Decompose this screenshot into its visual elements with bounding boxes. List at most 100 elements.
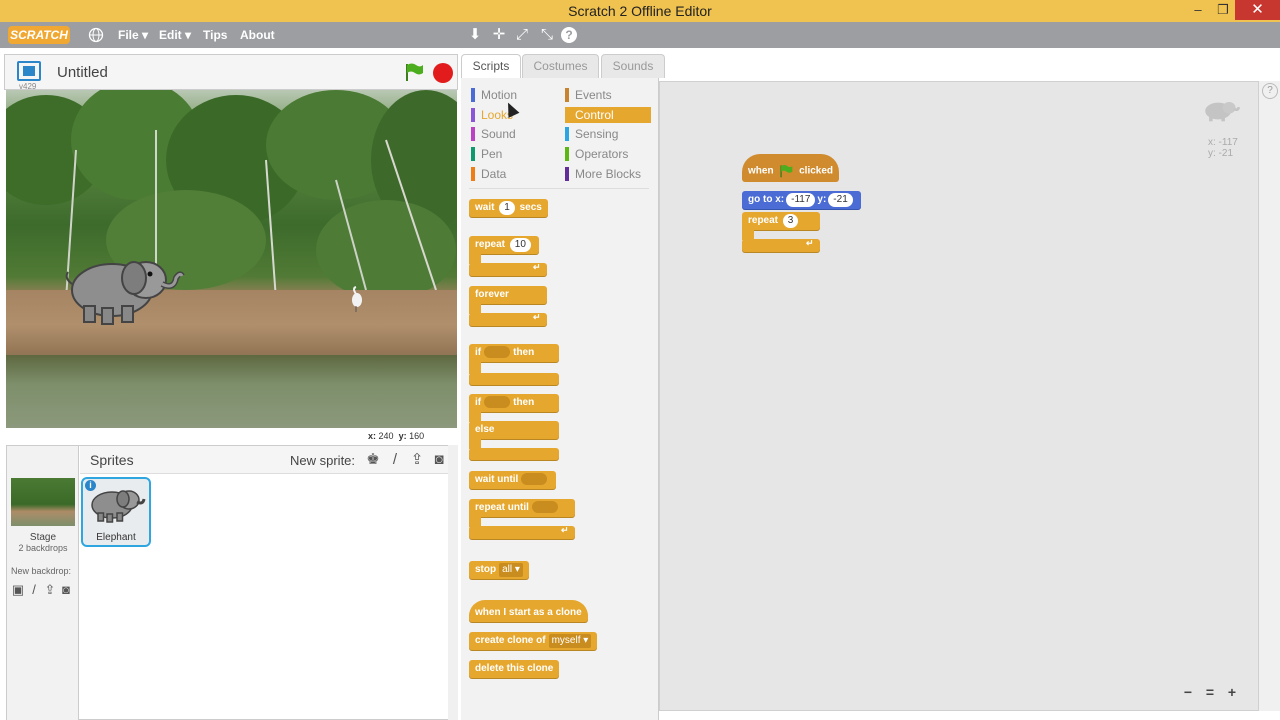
scripts-help-icon[interactable]: ? [1262, 83, 1278, 99]
project-title[interactable]: Untitled [57, 64, 108, 81]
block-text: go to x: [748, 194, 785, 205]
category-events[interactable]: Events [565, 87, 651, 103]
paint-backdrop-icon[interactable]: / [26, 582, 42, 597]
green-flag-icon[interactable] [403, 62, 425, 82]
y-input[interactable]: -21 [828, 193, 853, 207]
category-data[interactable]: Data [471, 166, 557, 182]
tab-costumes[interactable]: Costumes [522, 54, 599, 78]
category-control[interactable]: Control [565, 107, 651, 123]
shrink-icon[interactable]: ⤡ [537, 25, 557, 45]
repeat-input[interactable]: 3 [782, 214, 799, 228]
tab-sounds[interactable]: Sounds [601, 54, 665, 78]
app-window: Scratch 2 Offline Editor – ❐ ✕ SCRATCH F… [0, 0, 1280, 720]
cut-icon[interactable]: ✛ [489, 25, 509, 45]
zoom-reset-button[interactable]: = [1201, 683, 1219, 701]
block-text: then [513, 397, 535, 408]
sprite-library-icon[interactable]: ♚ [364, 451, 382, 469]
sprite-y-readout: y: -21 [1208, 148, 1234, 159]
block-text: repeat [475, 239, 506, 250]
upload-sprite-icon[interactable]: ⇪ [408, 451, 426, 469]
x-input[interactable]: -117 [786, 193, 816, 207]
stage-canvas[interactable] [6, 90, 457, 428]
condition-slot[interactable] [531, 501, 558, 514]
coord-x-label: x: [368, 431, 377, 441]
block-delete-clone[interactable]: delete this clone [469, 660, 560, 678]
maximize-button[interactable]: ❐ [1208, 0, 1238, 20]
motion-swatch [471, 88, 475, 102]
script-goto-xy[interactable]: go to x: -117 y: -21 [742, 191, 861, 209]
block-text: clicked [799, 165, 834, 177]
scripts-area[interactable]: x: -117 y: -21 when clicked go to x: -117… [659, 81, 1259, 711]
block-text: if [475, 397, 482, 408]
menu-tips[interactable]: Tips [203, 28, 227, 42]
block-wait-until[interactable]: wait until [469, 471, 557, 489]
category-label: Operators [575, 147, 629, 161]
loop-arrow-icon: ↵ [533, 262, 541, 272]
looks-swatch [471, 108, 475, 122]
block-palette: Motion Looks Sound Pen Data Events Contr… [461, 78, 659, 720]
stop-option-dropdown[interactable]: all ▾ [499, 563, 523, 577]
mouse-coordinates: x: 240 y: 160 [368, 431, 424, 441]
category-sensing[interactable]: Sensing [565, 126, 651, 142]
category-label: Control [575, 108, 614, 122]
block-text: create clone of [475, 635, 546, 646]
camera-backdrop-icon[interactable]: ◙ [58, 582, 74, 597]
scratch-logo[interactable]: SCRATCH [8, 26, 70, 44]
block-input[interactable]: 10 [509, 238, 531, 252]
elephant-thumbnail-icon [91, 490, 146, 523]
scripts-scrollbar[interactable] [1259, 81, 1280, 711]
block-else-label: else [469, 421, 559, 439]
stop-icon[interactable] [433, 63, 453, 83]
tab-scripts[interactable]: Scripts [461, 54, 521, 79]
script-when-flag-clicked[interactable]: when clicked [742, 154, 840, 182]
zoom-in-button[interactable]: + [1223, 683, 1241, 701]
category-sound[interactable]: Sound [471, 126, 557, 142]
block-text: repeat [748, 215, 779, 226]
block-if-else[interactable]: if then [469, 394, 559, 412]
close-button[interactable]: ✕ [1235, 0, 1280, 20]
elephant-sprite[interactable] [62, 252, 186, 328]
paint-sprite-icon[interactable]: / [386, 451, 404, 469]
pane-divider[interactable] [448, 445, 458, 720]
dropdown-value: all [502, 564, 513, 575]
globe-icon[interactable] [86, 25, 106, 45]
sprites-title: Sprites [90, 452, 134, 468]
block-if-then[interactable]: if then [469, 344, 559, 362]
stage-thumbnail[interactable] [11, 478, 75, 526]
menu-edit[interactable]: Edit ▾ [159, 28, 191, 42]
block-create-clone[interactable]: create clone of myself ▾ [469, 632, 598, 650]
block-if-foot [469, 373, 559, 385]
block-text: else [475, 424, 495, 435]
camera-sprite-icon[interactable]: ◙ [430, 451, 448, 469]
condition-slot[interactable] [521, 473, 548, 486]
category-operators[interactable]: Operators [565, 146, 651, 162]
block-text: stop [475, 564, 497, 575]
menu-about[interactable]: About [240, 28, 275, 42]
block-when-clone[interactable]: when I start as a clone [469, 600, 588, 622]
category-more-blocks[interactable]: More Blocks [565, 166, 651, 182]
clone-target-dropdown[interactable]: myself ▾ [548, 634, 592, 648]
block-input[interactable]: 1 [499, 201, 515, 215]
upload-backdrop-icon[interactable]: ⇪ [42, 582, 58, 598]
condition-slot[interactable] [484, 396, 511, 409]
more-blocks-swatch [565, 167, 569, 181]
help-icon[interactable]: ? [561, 27, 577, 43]
loop-arrow-icon: ↵ [806, 238, 814, 248]
menu-file[interactable]: File ▾ [118, 28, 148, 42]
block-repeat-until[interactable]: repeat until [469, 499, 575, 517]
backdrop-library-icon[interactable]: ▣ [10, 582, 26, 598]
grow-icon[interactable]: ⤢ [512, 25, 532, 45]
block-wait-secs[interactable]: wait 1 secs [469, 199, 548, 217]
zoom-out-button[interactable]: − [1179, 683, 1197, 701]
pen-swatch [471, 147, 475, 161]
category-pen[interactable]: Pen [471, 146, 557, 162]
sprite-card-elephant[interactable]: i Elephant [81, 477, 151, 547]
block-text: when [748, 165, 774, 177]
block-stop[interactable]: stop all ▾ [469, 561, 529, 579]
category-label: Sound [481, 127, 516, 141]
condition-slot[interactable] [484, 346, 511, 359]
fullscreen-icon[interactable] [17, 61, 41, 81]
duplicate-icon[interactable]: ⬇ [465, 25, 485, 45]
loop-arrow-icon: ↵ [561, 525, 569, 535]
block-text: wait [475, 202, 495, 213]
